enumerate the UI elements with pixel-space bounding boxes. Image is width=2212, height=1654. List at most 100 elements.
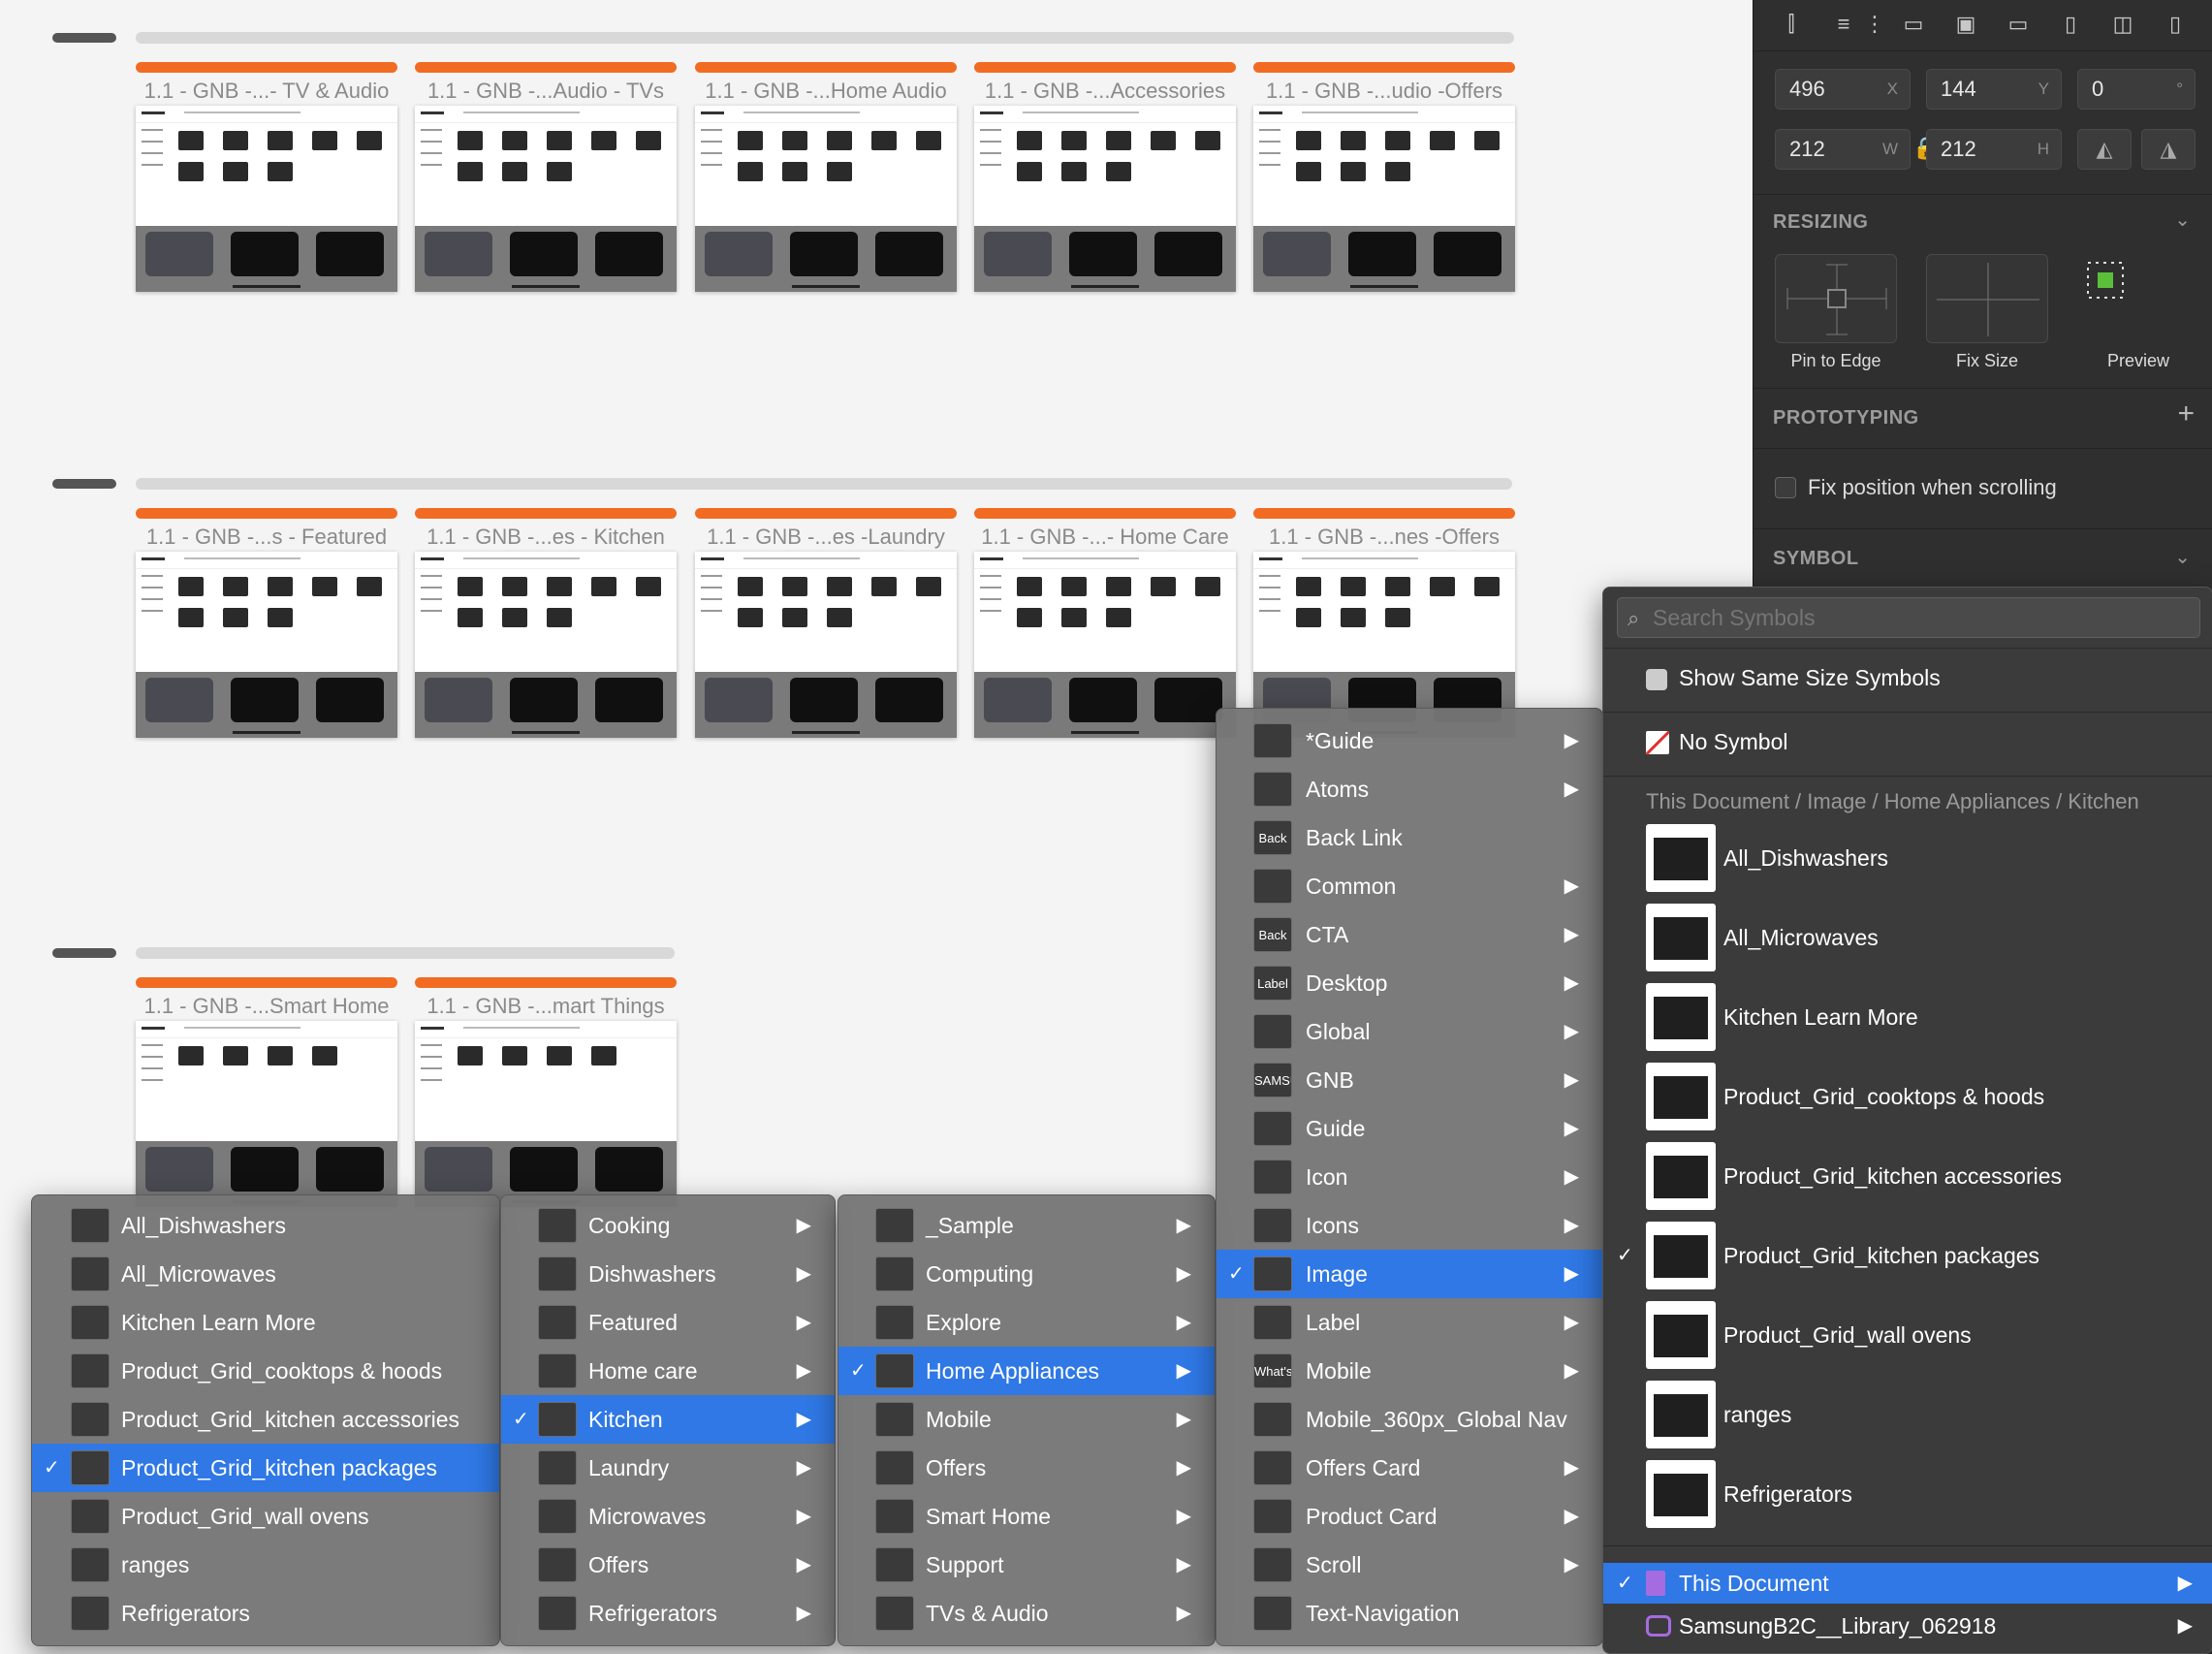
distribute-icon[interactable]: ≡ bbox=[1829, 10, 1858, 39]
artboard-preview[interactable] bbox=[695, 106, 957, 292]
artboard[interactable]: 1.1 - GNB -...es -Laundry bbox=[695, 508, 957, 738]
align-hright-icon[interactable]: ▯ bbox=[2161, 10, 2190, 39]
align-hleft-icon[interactable]: ▯ bbox=[2056, 10, 2085, 39]
symbol-option[interactable]: Product_Grid_kitchen accessories bbox=[1603, 1136, 2212, 1216]
fix-position-checkbox[interactable] bbox=[1775, 477, 1796, 498]
artboard-preview[interactable] bbox=[415, 1021, 677, 1207]
artboard-preview[interactable] bbox=[695, 552, 957, 738]
symbol-option[interactable]: ranges bbox=[1603, 1375, 2212, 1454]
no-symbol-option[interactable]: No Symbol bbox=[1679, 729, 1787, 755]
search-input[interactable] bbox=[1653, 604, 2176, 631]
artboard-tab[interactable] bbox=[136, 977, 397, 988]
page-item[interactable]: ✓ Image ▶ bbox=[1217, 1250, 1602, 1298]
kitchen-category-item[interactable]: Refrigerators ▶ bbox=[501, 1589, 835, 1638]
artboard[interactable]: 1.1 - GNB -...nes -Offers bbox=[1253, 508, 1515, 738]
artboard-row-bar[interactable] bbox=[136, 478, 1512, 490]
align-top-icon[interactable]: ▭ bbox=[1899, 10, 1928, 39]
y-field[interactable]: 144 Y bbox=[1926, 69, 2062, 110]
page-item[interactable]: Label Desktop ▶ bbox=[1217, 959, 1602, 1007]
kitchen-category-item[interactable]: Cooking ▶ bbox=[501, 1201, 835, 1250]
symbol-option[interactable]: Kitchen Learn More bbox=[1603, 977, 2212, 1057]
symbol-item[interactable]: All_Microwaves bbox=[32, 1250, 499, 1298]
category-item[interactable]: Computing ▶ bbox=[838, 1250, 1215, 1298]
category-item[interactable]: Smart Home ▶ bbox=[838, 1492, 1215, 1541]
artboard-row-tag[interactable] bbox=[52, 479, 116, 489]
symbol-option[interactable]: Product_Grid_cooktops & hoods bbox=[1603, 1057, 2212, 1136]
category-item[interactable]: TVs & Audio ▶ bbox=[838, 1589, 1215, 1638]
symbol-item[interactable]: All_Dishwashers bbox=[32, 1201, 499, 1250]
fix-size-option[interactable] bbox=[1926, 254, 2048, 343]
page-item[interactable]: Scroll ▶ bbox=[1217, 1541, 1602, 1589]
artboard-title[interactable]: 1.1 - GNB -...- TV & Audio bbox=[136, 77, 397, 106]
artboard-tab[interactable] bbox=[136, 62, 397, 73]
artboard-preview[interactable] bbox=[415, 106, 677, 292]
artboard[interactable]: 1.1 - GNB -...Smart Home bbox=[136, 977, 397, 1207]
artboard-title[interactable]: 1.1 - GNB -...Home Audio bbox=[695, 77, 957, 106]
page-item[interactable]: Back CTA ▶ bbox=[1217, 910, 1602, 959]
height-field[interactable]: 212 H bbox=[1926, 129, 2062, 170]
artboard-tab[interactable] bbox=[136, 508, 397, 519]
artboard-tab[interactable] bbox=[1253, 62, 1515, 73]
artboard-row-bar[interactable] bbox=[136, 947, 675, 959]
page-item[interactable]: Back Back Link bbox=[1217, 813, 1602, 862]
kitchen-category-item[interactable]: Laundry ▶ bbox=[501, 1444, 835, 1492]
page-item[interactable]: SAMSUNG GNB ▶ bbox=[1217, 1056, 1602, 1104]
symbol-item[interactable]: Product_Grid_cooktops & hoods bbox=[32, 1347, 499, 1395]
same-size-checkbox[interactable] bbox=[1646, 669, 1667, 690]
symbol-item[interactable]: ranges bbox=[32, 1541, 499, 1589]
artboard-row-bar[interactable] bbox=[136, 32, 1514, 44]
artboard[interactable]: 1.1 - GNB -...Home Audio bbox=[695, 62, 957, 292]
kitchen-category-item[interactable]: Offers ▶ bbox=[501, 1541, 835, 1589]
kitchen-category-item[interactable]: Dishwashers ▶ bbox=[501, 1250, 835, 1298]
artboard-title[interactable]: 1.1 - GNB -...mart Things bbox=[415, 992, 677, 1021]
artboard-title[interactable]: 1.1 - GNB -...nes -Offers bbox=[1253, 523, 1515, 552]
artboard-preview[interactable] bbox=[974, 106, 1236, 292]
symbol-item[interactable]: Refrigerators bbox=[32, 1589, 499, 1638]
artboard[interactable]: 1.1 - GNB -...Accessories bbox=[974, 62, 1236, 292]
artboard-preview[interactable] bbox=[136, 552, 397, 738]
page-item[interactable]: Guide ▶ bbox=[1217, 1104, 1602, 1153]
library-this-document[interactable]: ✓ This Document ▶ bbox=[1603, 1563, 2212, 1604]
artboard-preview[interactable] bbox=[1253, 106, 1515, 292]
artboard-tab[interactable] bbox=[415, 62, 677, 73]
artboard-tab[interactable] bbox=[695, 508, 957, 519]
artboard[interactable]: 1.1 - GNB -...Audio - TVs bbox=[415, 62, 677, 292]
align-left-icon[interactable]: ⫿ bbox=[1777, 10, 1806, 39]
page-item[interactable]: Label ▶ bbox=[1217, 1298, 1602, 1347]
kitchen-category-item[interactable]: Microwaves ▶ bbox=[501, 1492, 835, 1541]
artboard[interactable]: 1.1 - GNB -...- TV & Audio bbox=[136, 62, 397, 292]
flip-horizontal-icon[interactable]: ◭ bbox=[2077, 129, 2132, 170]
artboard[interactable]: 1.1 - GNB -...es - Kitchen bbox=[415, 508, 677, 738]
page-item[interactable]: Product Card ▶ bbox=[1217, 1492, 1602, 1541]
artboard-preview[interactable] bbox=[415, 552, 677, 738]
page-item[interactable]: Common ▶ bbox=[1217, 862, 1602, 910]
kitchen-category-item[interactable]: ✓ Kitchen ▶ bbox=[501, 1395, 835, 1444]
page-item[interactable]: Icon ▶ bbox=[1217, 1153, 1602, 1201]
category-item[interactable]: ✓ Home Appliances ▶ bbox=[838, 1347, 1215, 1395]
artboard-title[interactable]: 1.1 - GNB -...Audio - TVs bbox=[415, 77, 677, 106]
artboard-tab[interactable] bbox=[974, 62, 1236, 73]
artboard-title[interactable]: 1.1 - GNB -...Smart Home bbox=[136, 992, 397, 1021]
align-middle-icon[interactable]: ▣ bbox=[1951, 10, 1980, 39]
artboard-preview[interactable] bbox=[136, 106, 397, 292]
artboard-tab[interactable] bbox=[1253, 508, 1515, 519]
page-item[interactable]: What's new Mobile ▶ bbox=[1217, 1347, 1602, 1395]
artboard-title[interactable]: 1.1 - GNB -...es -Laundry bbox=[695, 523, 957, 552]
x-field[interactable]: 496 X bbox=[1775, 69, 1911, 110]
flip-vertical-icon[interactable]: ◮ bbox=[2141, 129, 2196, 170]
search-symbols-field[interactable]: ⌕ bbox=[1617, 597, 2200, 638]
page-item[interactable]: Text-Navigation bbox=[1217, 1589, 1602, 1638]
artboard-tab[interactable] bbox=[415, 508, 677, 519]
artboard-preview[interactable] bbox=[136, 1021, 397, 1207]
category-item[interactable]: Explore ▶ bbox=[838, 1298, 1215, 1347]
library-samsung[interactable]: SamsungB2C__Library_062918 ▶ bbox=[1603, 1606, 2212, 1646]
artboard[interactable]: 1.1 - GNB -...s - Featured bbox=[136, 508, 397, 738]
rotation-field[interactable]: 0 ° bbox=[2077, 69, 2196, 110]
align-hcenter-icon[interactable]: ◫ bbox=[2108, 10, 2137, 39]
pin-to-edge-option[interactable] bbox=[1775, 254, 1897, 343]
kitchen-category-item[interactable]: Featured ▶ bbox=[501, 1298, 835, 1347]
artboard-row-tag[interactable] bbox=[52, 948, 116, 958]
artboard[interactable]: 1.1 - GNB -...mart Things bbox=[415, 977, 677, 1207]
symbol-item[interactable]: ✓ Product_Grid_kitchen packages bbox=[32, 1444, 499, 1492]
symbol-option[interactable]: ✓ Product_Grid_kitchen packages bbox=[1603, 1216, 2212, 1295]
